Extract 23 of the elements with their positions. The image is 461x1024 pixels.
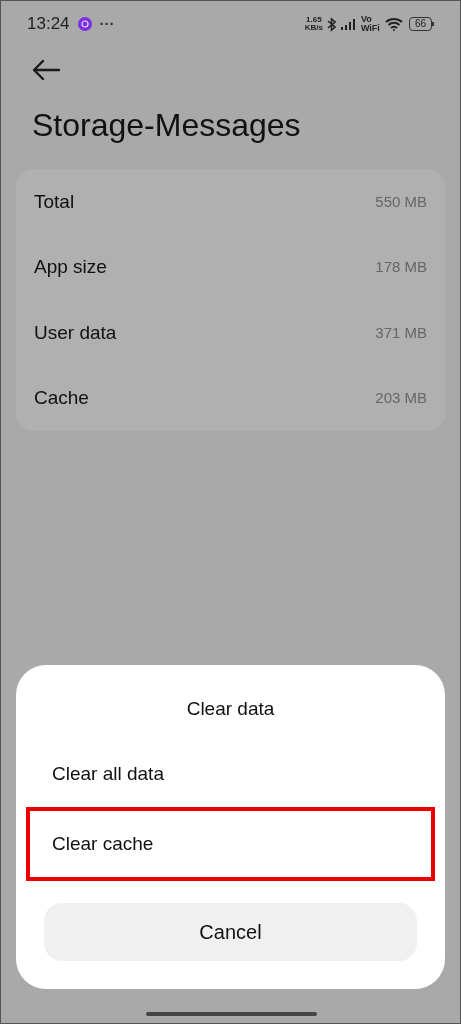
vowifi-label: Vo WiFi (360, 15, 380, 33)
signal-icon (340, 18, 357, 30)
network-speed: 1.65 KB/s (304, 16, 323, 32)
row-value: 178 MB (375, 257, 427, 277)
row-value: 371 MB (375, 322, 427, 343)
row-label: App size (34, 255, 107, 279)
wifi-icon (384, 17, 403, 31)
clock: 13:24 (27, 13, 70, 36)
cancel-button[interactable]: Cancel (44, 903, 417, 961)
page-title: Storage-Messages (31, 106, 302, 145)
battery-indicator: 66 (408, 17, 434, 31)
bluetooth-icon (326, 16, 336, 32)
dialog-option[interactable]: Clear cache (26, 807, 435, 881)
row-value: 550 MB (375, 191, 427, 212)
row-label: User data (34, 320, 117, 345)
row-label: Total (34, 189, 75, 214)
row-label: Cache (34, 386, 89, 410)
dialog-option[interactable]: Clear all data (26, 741, 435, 807)
back-arrow-icon[interactable] (31, 59, 61, 81)
row-value: 203 MB (375, 388, 427, 408)
app-badge-icon (77, 17, 92, 31)
more-dots: ··· (99, 13, 115, 34)
dialog-title: Clear data (185, 696, 276, 721)
